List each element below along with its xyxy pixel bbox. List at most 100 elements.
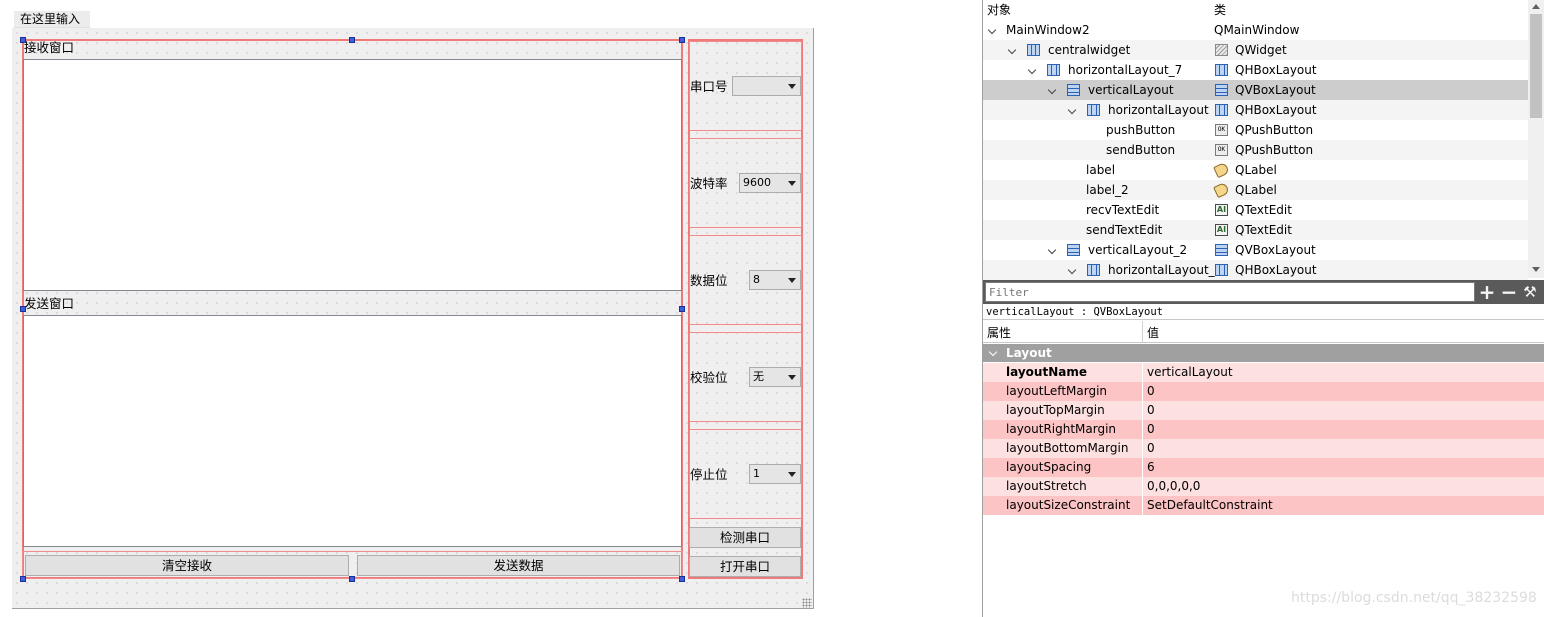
property-name: layoutName [1006, 365, 1087, 379]
baud-rate-value: 9600 [743, 176, 771, 189]
resize-grip-icon[interactable] [802, 598, 812, 608]
plus-icon[interactable]: + [1478, 282, 1496, 302]
parity-combo[interactable]: 无 [749, 367, 801, 387]
form-designer-canvas[interactable]: 在这里输入 接收窗口 发送窗口 清空接收 发送数据 串口号 波特率 9600 数… [0, 0, 980, 617]
chevron-down-icon[interactable] [1007, 45, 1017, 55]
selection-handle[interactable] [679, 306, 685, 312]
text-edit-icon: AI [1215, 204, 1228, 216]
send-data-button[interactable]: 发送数据 [357, 555, 680, 576]
layout-group-header[interactable]: Layout [983, 344, 1544, 362]
property-row[interactable]: layoutBottomMargin 0 [983, 439, 1544, 458]
property-row[interactable]: layoutTopMargin 0 [983, 401, 1544, 420]
object-name: horizontalLayout_2 [1108, 263, 1223, 277]
recv-text-edit[interactable] [23, 59, 682, 291]
object-name: label [1086, 163, 1116, 177]
tree-row[interactable]: label QLabel [983, 160, 1528, 180]
property-row[interactable]: layoutStretch 0,0,0,0,0 [983, 477, 1544, 496]
send-text-edit[interactable] [23, 315, 682, 547]
object-name: verticalLayout_2 [1088, 243, 1188, 257]
column-divider [1142, 496, 1143, 515]
wrench-icon[interactable]: ⚒ [1521, 283, 1539, 301]
property-name: layoutLeftMargin [1006, 384, 1108, 398]
tree-row[interactable]: MainWindow2 QMainWindow [983, 20, 1528, 40]
selection-handle[interactable] [679, 576, 685, 582]
tree-row[interactable]: sendTextEdit AI QTextEdit [983, 220, 1528, 240]
class-name: QVBoxLayout [1235, 83, 1316, 97]
class-name: QTextEdit [1235, 223, 1292, 237]
tree-row[interactable]: verticalLayout_2 QVBoxLayout [983, 240, 1528, 260]
property-value[interactable]: 0 [1147, 420, 1155, 439]
stop-bits-combo[interactable]: 1 [749, 464, 801, 484]
chevron-down-icon[interactable] [1027, 65, 1037, 75]
property-value[interactable]: 0 [1147, 382, 1155, 401]
scrollbar-thumb[interactable] [1530, 14, 1542, 118]
value-column-header[interactable]: 值 [1147, 324, 1159, 341]
property-row[interactable]: layoutName verticalLayout [983, 363, 1544, 382]
property-value[interactable]: verticalLayout [1147, 363, 1233, 382]
menu-bar-type-here[interactable]: 在这里输入 [14, 11, 90, 28]
scroll-up-icon[interactable] [1532, 4, 1540, 9]
property-column-header[interactable]: 属性 [987, 324, 1011, 341]
property-name: layoutSpacing [1006, 460, 1092, 474]
chevron-down-icon [788, 278, 796, 283]
property-row[interactable]: layoutSizeConstraint SetDefaultConstrain… [983, 496, 1544, 515]
property-value[interactable]: 0,0,0,0,0 [1147, 477, 1200, 496]
tree-row[interactable]: horizontalLayout_7 QHBoxLayout [983, 60, 1528, 80]
object-name: verticalLayout [1088, 83, 1174, 97]
data-bits-combo[interactable]: 8 [749, 270, 801, 290]
object-name: horizontalLayout [1108, 103, 1209, 117]
selection-handle[interactable] [349, 37, 355, 43]
vbox-layout-icon [1067, 84, 1080, 96]
hbox-layout-icon [1215, 64, 1228, 76]
stop-bits-value: 1 [753, 467, 760, 480]
selection-handle[interactable] [679, 37, 685, 43]
property-row[interactable]: layoutRightMargin 0 [983, 420, 1544, 439]
tree-row[interactable]: horizontalLayout_2 QHBoxLayout [983, 260, 1528, 280]
property-value[interactable]: 6 [1147, 458, 1155, 477]
serial-port-combo[interactable] [732, 76, 801, 96]
selection-handle[interactable] [20, 37, 26, 43]
chevron-down-icon[interactable] [1067, 265, 1077, 275]
property-value[interactable]: SetDefaultConstraint [1147, 496, 1273, 515]
class-column-header[interactable]: 类 [1210, 0, 1226, 20]
object-inspector: 对象 类 MainWindow2 QMainWindow centralwidg… [983, 0, 1544, 280]
chevron-down-icon[interactable] [987, 25, 997, 35]
label-tag-icon [1213, 161, 1230, 179]
object-column-header[interactable]: 对象 [983, 0, 1011, 20]
property-row[interactable]: layoutSpacing 6 [983, 458, 1544, 477]
class-name: QPushButton [1235, 143, 1314, 157]
column-divider[interactable] [1142, 321, 1143, 343]
selection-handle[interactable] [20, 576, 26, 582]
baud-rate-combo[interactable]: 9600 [739, 173, 801, 193]
property-value[interactable]: 0 [1147, 401, 1155, 420]
chevron-down-icon[interactable] [1047, 245, 1057, 255]
tree-row-selected[interactable]: verticalLayout QVBoxLayout [983, 80, 1528, 100]
scroll-down-icon[interactable] [1532, 267, 1540, 272]
detect-port-button[interactable]: 检测串口 [689, 527, 801, 548]
property-row[interactable]: layoutLeftMargin 0 [983, 382, 1544, 401]
tree-row[interactable]: label_2 QLabel [983, 180, 1528, 200]
selection-handle[interactable] [349, 576, 355, 582]
tree-row[interactable]: sendButton OK QPushButton [983, 140, 1528, 160]
send-window-label: 发送窗口 [24, 296, 75, 311]
hbox-layout-icon [1087, 104, 1100, 116]
object-name: horizontalLayout_7 [1068, 63, 1183, 77]
class-name: QWidget [1235, 43, 1287, 57]
clear-receive-button[interactable]: 清空接收 [25, 555, 349, 576]
hbox-layout-icon [1047, 64, 1060, 76]
chevron-down-icon[interactable] [1047, 85, 1057, 95]
push-button-icon: OK [1215, 124, 1228, 136]
class-name: QHBoxLayout [1235, 263, 1317, 277]
minus-icon[interactable]: − [1500, 282, 1518, 302]
tree-row[interactable]: horizontalLayout QHBoxLayout [983, 100, 1528, 120]
filter-input[interactable] [985, 282, 1475, 302]
open-port-button[interactable]: 打开串口 [689, 556, 801, 577]
chevron-down-icon[interactable] [988, 347, 998, 357]
tree-row[interactable]: pushButton OK QPushButton [983, 120, 1528, 140]
property-value[interactable]: 0 [1147, 439, 1155, 458]
chevron-down-icon[interactable] [1067, 105, 1077, 115]
selection-handle[interactable] [20, 306, 26, 312]
object-name: pushButton [1106, 123, 1176, 137]
tree-row[interactable]: recvTextEdit AI QTextEdit [983, 200, 1528, 220]
tree-row[interactable]: centralwidget QWidget [983, 40, 1528, 60]
